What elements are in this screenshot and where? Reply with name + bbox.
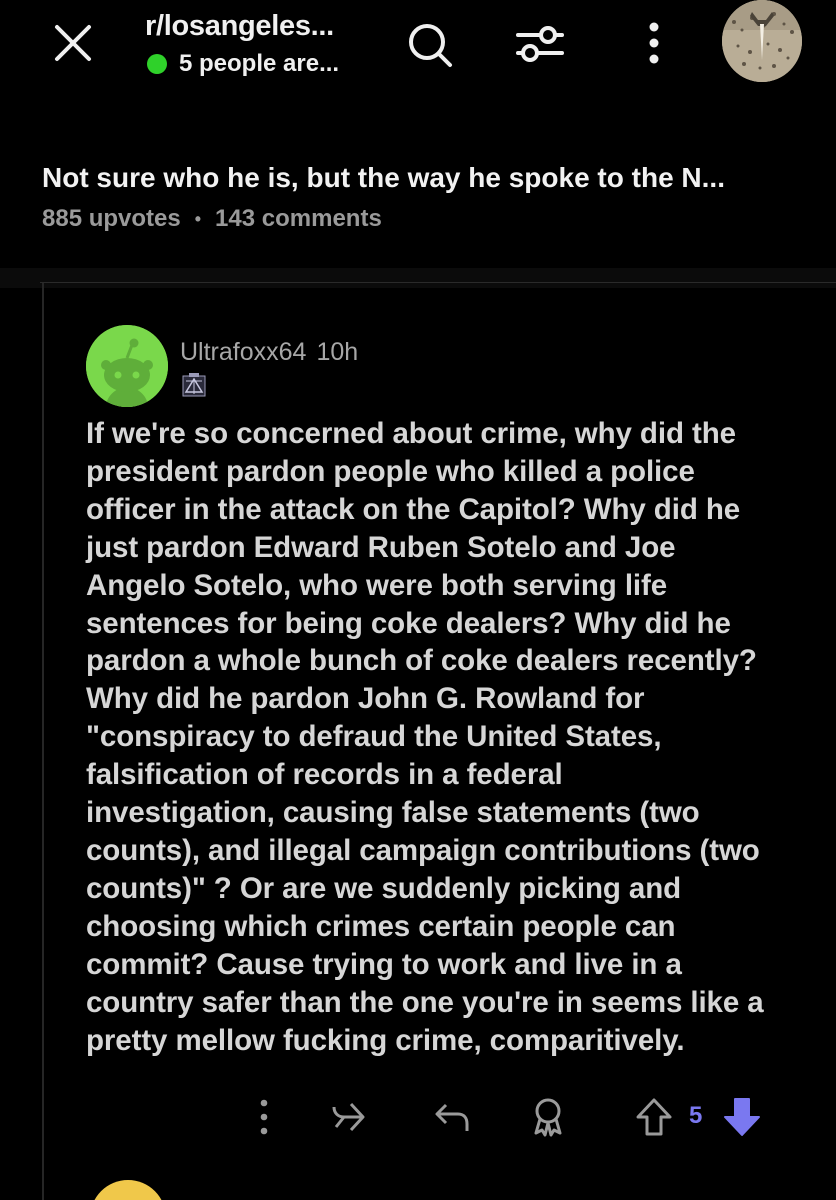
comment-line: Angelo Sotelo, who were both serving lif…	[86, 568, 668, 602]
comment-line: choosing which crimes certain people can	[86, 909, 676, 943]
section-divider	[0, 268, 836, 288]
comment-more-button[interactable]	[248, 1093, 280, 1141]
comment-line: president pardon people who killed a pol…	[86, 454, 695, 488]
upvote-icon	[636, 1098, 672, 1136]
filter-button[interactable]	[512, 18, 568, 68]
comment-line: just pardon Edward Ruben Sotelo and Joe	[86, 530, 676, 564]
comment-vote-count: 5	[689, 1102, 703, 1129]
downvote-button[interactable]	[720, 1093, 764, 1141]
comment-line: counts), and illegal campaign contributi…	[86, 833, 760, 867]
more-options-button[interactable]	[636, 18, 672, 68]
share-icon	[332, 1102, 365, 1132]
upvote-count: 885 upvotes	[42, 205, 181, 232]
close-button[interactable]	[48, 18, 98, 68]
divider-line	[40, 282, 836, 283]
comment-line: investigation, causing false statements …	[86, 796, 700, 830]
more-vertical-icon	[649, 22, 659, 64]
commenter-avatar[interactable]	[86, 325, 168, 407]
comment-line: "conspiracy to defraud the United States…	[86, 720, 662, 754]
award-button[interactable]	[526, 1093, 570, 1141]
post-meta: 885 upvotes • 143 comments	[42, 205, 382, 233]
search-button[interactable]	[405, 20, 455, 70]
comment-line: commit? Cause trying to work and live in…	[86, 947, 682, 981]
top-bar: r/losangeles... 5 people are...	[0, 0, 836, 150]
comment-body: If we're so concerned about crime, why d…	[86, 415, 821, 1059]
comment-action-bar	[0, 1093, 836, 1141]
comment-line: officer in the attack on the Capitol? Wh…	[86, 492, 741, 526]
meta-separator: •	[194, 208, 202, 229]
filter-icon	[516, 26, 564, 62]
comment-username[interactable]: Ultrafoxx64	[180, 338, 306, 366]
search-icon	[409, 24, 452, 67]
share-button[interactable]	[326, 1093, 370, 1141]
avatar-image	[722, 0, 802, 82]
reply-button[interactable]	[430, 1093, 474, 1141]
comment-age: 10h	[316, 338, 359, 366]
comment-line: counts)" ? Or are we suddenly picking an…	[86, 871, 682, 905]
online-dot	[147, 54, 167, 74]
award-icon	[534, 1098, 562, 1137]
comment-line: falsification of records in a federal	[86, 758, 563, 792]
subreddit-name[interactable]: r/losangeles...	[145, 10, 334, 43]
comment-line: pardon a whole bunch of coke dealers rec…	[86, 644, 757, 678]
online-count: 5 people are...	[179, 50, 340, 77]
comment-line: If we're so concerned about crime, why d…	[86, 417, 736, 450]
next-commenter-avatar[interactable]	[90, 1180, 166, 1200]
online-status: 5 people are...	[147, 50, 339, 78]
thread-line[interactable]	[42, 283, 44, 1200]
comment-count: 143 comments	[215, 205, 382, 232]
snoo-avatar-icon	[86, 325, 168, 407]
post-title[interactable]: Not sure who he is, but the way he spoke…	[42, 162, 725, 194]
comment-line: Why did he pardon John G. Rowland for	[86, 682, 645, 716]
comment-line: country safer than the one you're in see…	[86, 985, 764, 1019]
user-avatar[interactable]	[722, 0, 802, 82]
more-vertical-icon	[260, 1099, 268, 1135]
reply-icon	[435, 1103, 469, 1131]
close-icon	[55, 25, 91, 61]
comment-line: pretty mellow fucking crime, comparitive…	[86, 1023, 685, 1057]
upvote-button[interactable]	[632, 1093, 676, 1141]
comment-author-row: Ultrafoxx64 10h	[180, 338, 358, 367]
comment-line: sentences for being coke dealers? Why di…	[86, 606, 731, 640]
user-flair-icon	[181, 372, 207, 398]
downvote-icon	[724, 1098, 760, 1136]
